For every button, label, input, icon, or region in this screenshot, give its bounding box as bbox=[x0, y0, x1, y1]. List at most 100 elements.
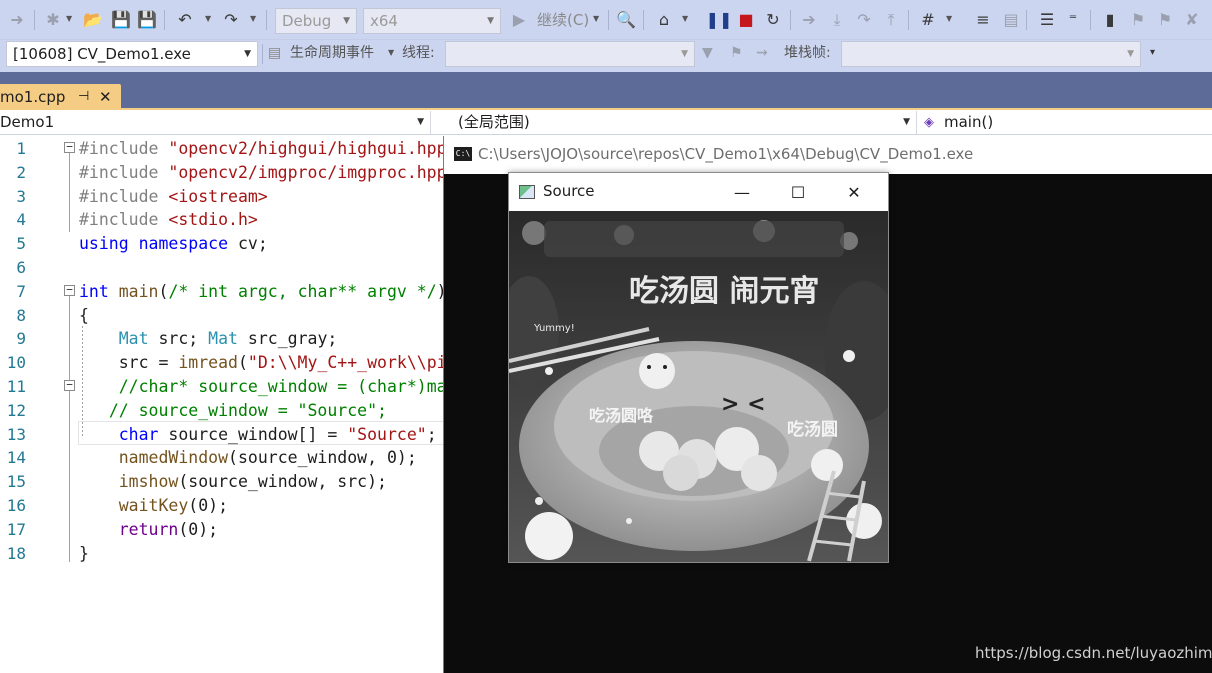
lifecycle-events-button[interactable]: 生命周期事件 bbox=[290, 43, 374, 63]
bookmark-icon[interactable]: ▮ bbox=[1099, 9, 1121, 31]
pause-icon[interactable]: ❚❚ bbox=[706, 9, 733, 31]
close-button[interactable]: ✕ bbox=[831, 173, 877, 211]
fold-toggle[interactable]: − bbox=[64, 379, 75, 391]
redo-dropdown-icon[interactable]: ▼ bbox=[250, 14, 256, 23]
continue-button[interactable]: 继续(C) bbox=[537, 9, 589, 31]
toolbar-separator bbox=[164, 10, 165, 30]
code-line: return(0); bbox=[79, 520, 218, 539]
code-token: <iostream> bbox=[168, 186, 268, 206]
code-token: // source_window = "Source"; bbox=[108, 400, 387, 420]
line-number: 15 bbox=[6, 472, 26, 492]
clear-bookmarks-icon[interactable]: ✘ bbox=[1181, 9, 1203, 31]
stack-frame-dropdown[interactable]: ▼ bbox=[841, 41, 1141, 67]
save-all-icon[interactable]: 💾 bbox=[136, 9, 158, 31]
browser-dropdown-icon[interactable]: ▼ bbox=[682, 14, 688, 23]
step-over-icon[interactable]: ↷ bbox=[853, 9, 875, 31]
outline-icon[interactable]: ☰ bbox=[1036, 9, 1058, 31]
line-number: 17 bbox=[6, 519, 26, 539]
line-number: 2 bbox=[16, 162, 26, 182]
show-next-statement-icon[interactable]: ➔ bbox=[798, 9, 820, 31]
line-number: 18 bbox=[6, 543, 26, 563]
play-icon[interactable]: ▶ bbox=[508, 9, 530, 31]
comment-icon[interactable]: ▤ bbox=[1000, 9, 1022, 31]
source-image: > < 吃汤圆 闹元宵 Yummy! 吃汤圆咯 吃汤圆 bbox=[509, 211, 888, 562]
toolbar-separator bbox=[790, 10, 791, 30]
flag-off-icon[interactable]: ⇝ bbox=[756, 43, 768, 63]
chevron-down-icon[interactable]: ▼ bbox=[388, 43, 394, 63]
undo-icon[interactable]: ↶ bbox=[174, 9, 196, 31]
pin-icon[interactable]: ⊣ bbox=[78, 84, 89, 110]
code-line: #include "opencv2/highgui/highgui.hpp" bbox=[79, 139, 444, 158]
image-text-yummy: Yummy! bbox=[533, 323, 575, 334]
new-item-dropdown-icon[interactable]: ▼ bbox=[66, 14, 72, 23]
stop-icon[interactable]: ■ bbox=[735, 9, 757, 31]
save-icon[interactable]: 💾 bbox=[110, 9, 132, 31]
line-number: 4 bbox=[16, 210, 26, 230]
line-number: 3 bbox=[16, 186, 26, 206]
chevron-down-icon: ▼ bbox=[244, 49, 251, 59]
fold-toggle[interactable]: − bbox=[64, 284, 75, 296]
flag-icon[interactable]: ⚑ bbox=[730, 43, 743, 63]
line-number: 1 bbox=[16, 139, 26, 158]
maximize-button[interactable]: ☐ bbox=[775, 173, 821, 211]
nav-forward-icon[interactable]: ➜ bbox=[6, 9, 28, 31]
hex-dropdown-icon[interactable]: ▼ bbox=[946, 14, 952, 23]
code-token: /* int argc, char** argv */ bbox=[168, 281, 437, 301]
step-into-icon[interactable]: ⤓ bbox=[826, 9, 848, 31]
debug-location-toolbar: [10608] CV_Demo1.exe ▼ ▤ 生命周期事件 ▼ 线程: ▼ … bbox=[0, 40, 1212, 72]
process-dropdown[interactable]: [10608] CV_Demo1.exe ▼ bbox=[6, 41, 258, 67]
code-token: #include bbox=[79, 162, 169, 182]
undo-dropdown-icon[interactable]: ▼ bbox=[205, 14, 211, 23]
solution-configuration-dropdown[interactable]: Debug ▼ bbox=[275, 8, 357, 34]
fold-toggle[interactable]: − bbox=[64, 141, 75, 153]
uncomment-icon[interactable]: ⁼ bbox=[1062, 9, 1084, 31]
restart-icon[interactable]: ↻ bbox=[762, 9, 784, 31]
code-token: ; bbox=[426, 424, 437, 444]
solution-platform-dropdown[interactable]: x64 ▼ bbox=[363, 8, 501, 34]
toolbar-overflow-icon[interactable]: ▾ bbox=[1150, 43, 1155, 63]
redo-icon[interactable]: ↷ bbox=[220, 9, 242, 31]
code-token: cv; bbox=[237, 234, 268, 254]
navigation-bar: Demo1 ▼ (全局范围) ▼ ◈ main() bbox=[0, 110, 1212, 135]
step-out-icon[interactable]: ⤒ bbox=[880, 9, 902, 31]
hex-display-icon[interactable]: # bbox=[917, 9, 939, 31]
code-token: ( bbox=[237, 353, 248, 373]
project-dropdown[interactable]: Demo1 ▼ bbox=[0, 111, 431, 134]
code-line: imshow(source_window, src); bbox=[79, 472, 387, 491]
thread-icon[interactable]: ≡ bbox=[972, 9, 994, 31]
filter-icon[interactable]: ▼ bbox=[702, 43, 713, 63]
minimize-button[interactable]: — bbox=[719, 173, 765, 211]
close-tab-icon[interactable]: ✕ bbox=[99, 84, 112, 110]
next-bookmark-icon[interactable]: ⚑ bbox=[1154, 9, 1176, 31]
code-token: (0); bbox=[178, 519, 219, 539]
console-titlebar[interactable]: C:\ C:\Users\JOJO\source\repos\CV_Demo1\… bbox=[444, 136, 1212, 174]
source-window-titlebar[interactable]: Source — ☐ ✕ bbox=[509, 173, 888, 211]
source-image-window[interactable]: Source — ☐ ✕ > < 吃汤圆 闹元宵 Yummy! 吃汤圆咯 吃汤圆 bbox=[508, 172, 889, 563]
toolbar-separator bbox=[1090, 10, 1091, 30]
member-dropdown[interactable]: ◈ main() bbox=[918, 111, 1212, 134]
fold-guide bbox=[69, 148, 70, 232]
code-token: } bbox=[79, 543, 89, 563]
code-token: src_gray; bbox=[247, 329, 338, 349]
browser-icon[interactable]: ⌂ bbox=[653, 9, 675, 31]
thread-dropdown[interactable]: ▼ bbox=[445, 41, 695, 67]
scope-dropdown[interactable]: (全局范围) ▼ bbox=[432, 111, 917, 134]
code-line: //char* source_window = (char*)mal bbox=[79, 377, 444, 396]
document-tab[interactable]: mo1.cpp ⊣ ✕ bbox=[0, 84, 121, 110]
code-editor[interactable]: − − − 1 2 3 4 5 6 7 8 9 10 11 12 13 14 15 16 17 18 #inclu… bbox=[0, 136, 444, 673]
new-item-icon[interactable]: ✱ bbox=[42, 9, 64, 31]
line-number: 6 bbox=[16, 258, 26, 277]
find-icon[interactable]: 🔍 bbox=[615, 9, 637, 31]
code-line: #include <iostream> bbox=[79, 187, 268, 206]
prev-bookmark-icon[interactable]: ⚑ bbox=[1127, 9, 1149, 31]
continue-dropdown-icon[interactable]: ▼ bbox=[593, 14, 599, 23]
open-folder-icon[interactable]: 📂 bbox=[82, 9, 104, 31]
toolbar-separator bbox=[266, 10, 267, 30]
code-token: ( bbox=[158, 281, 169, 301]
code-token: (source_window, src); bbox=[178, 472, 387, 492]
chevron-down-icon: ▼ bbox=[417, 117, 424, 127]
grayscale-image-illustration: > < 吃汤圆 闹元宵 Yummy! 吃汤圆咯 吃汤圆 bbox=[509, 211, 888, 562]
